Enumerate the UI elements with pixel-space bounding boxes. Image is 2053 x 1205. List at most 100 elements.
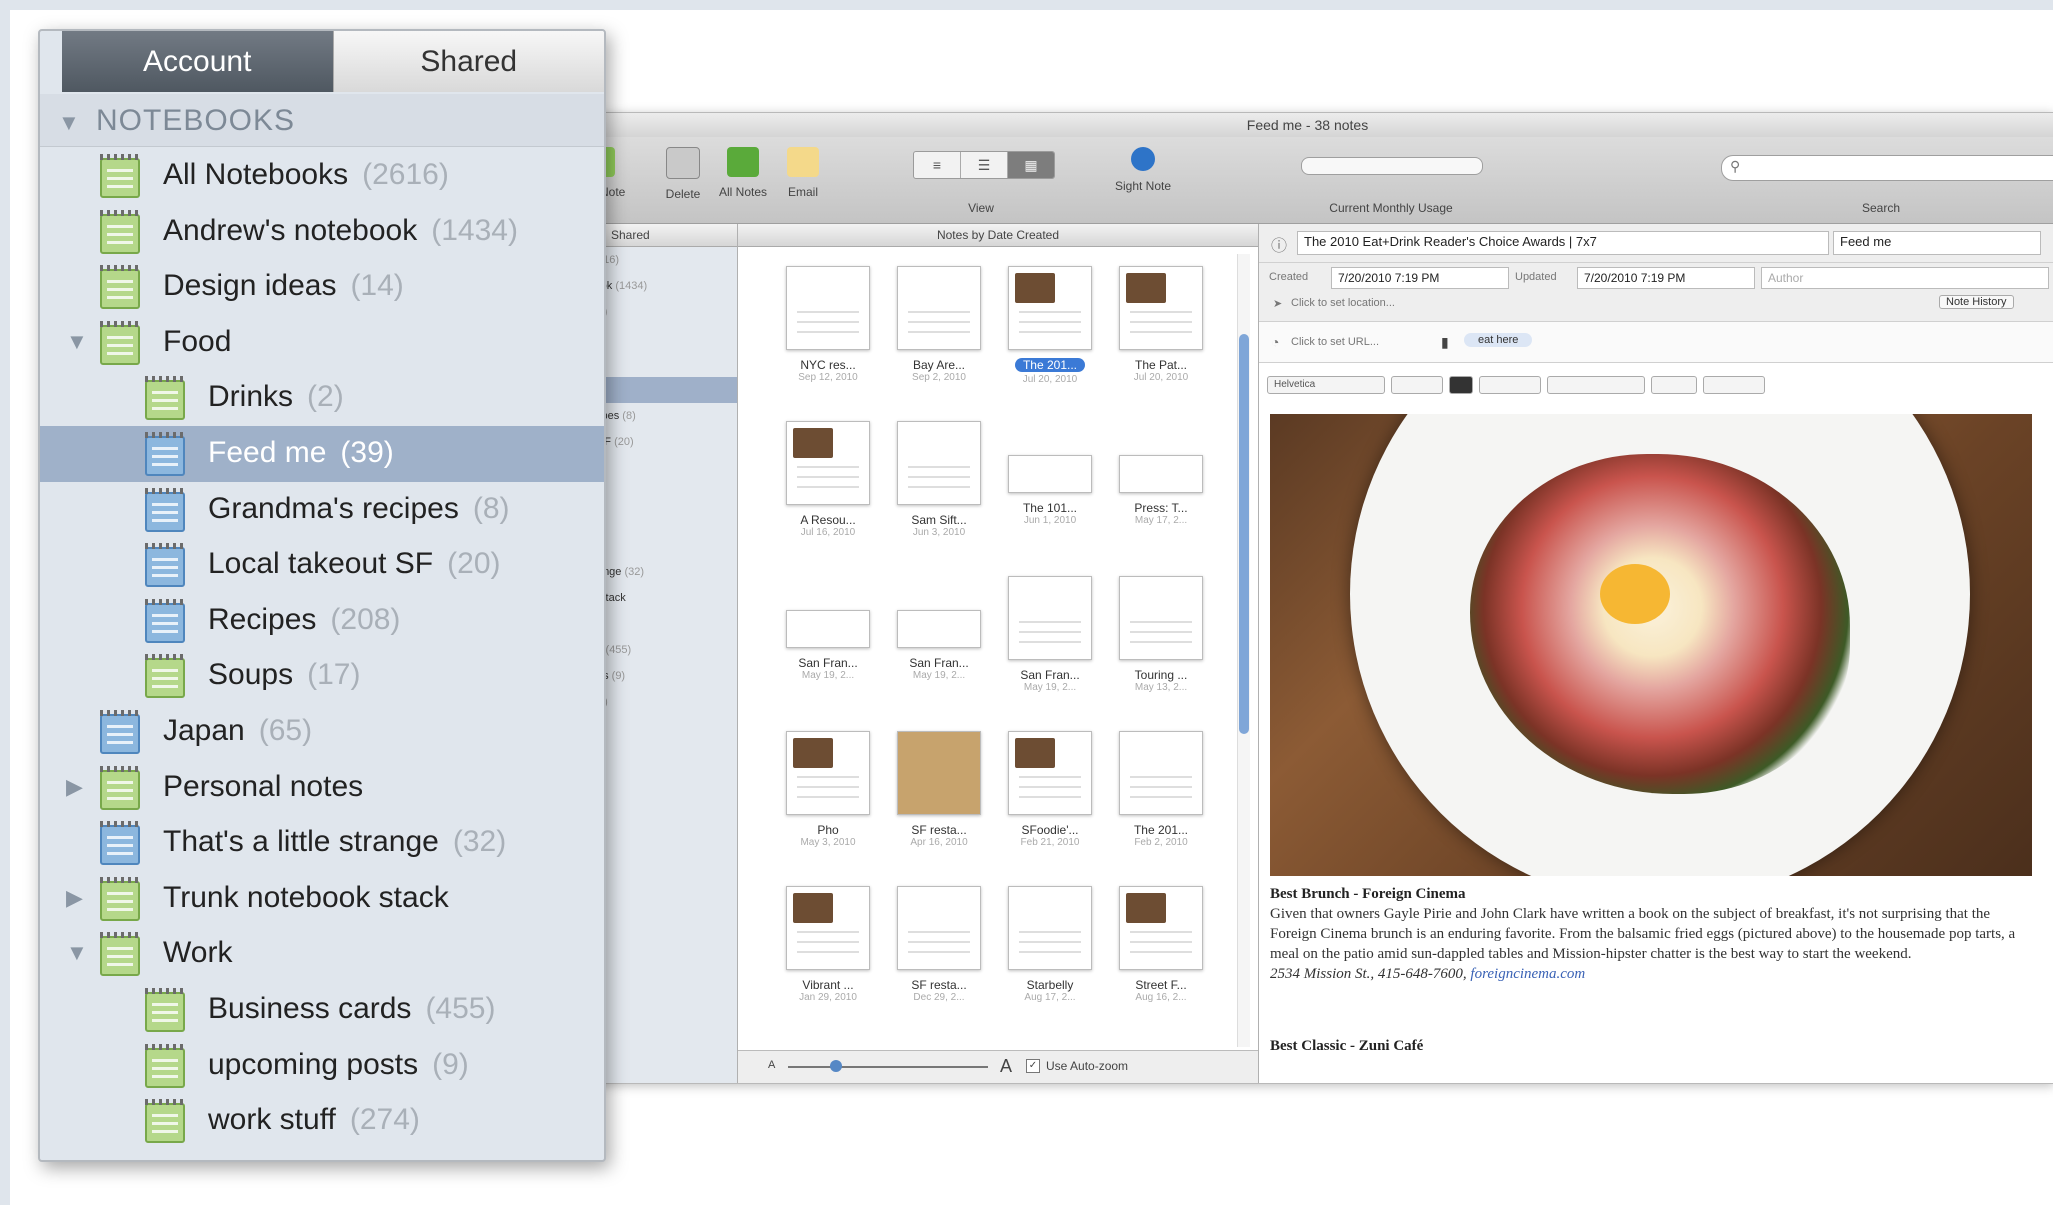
notebook-item[interactable]: ▼ Work: [40, 926, 604, 982]
note-preview: [1008, 886, 1092, 970]
zoom-slider-track[interactable]: [788, 1066, 988, 1068]
note-preview: [1119, 886, 1203, 970]
notebook-item[interactable]: ▶ Personal notes: [40, 760, 604, 816]
author-field[interactable]: Author: [1761, 267, 2049, 289]
notebooks-section-header[interactable]: ▼ NOTEBOOKS: [40, 94, 604, 147]
notebook-item[interactable]: Andrew's notebook (1434): [40, 204, 604, 260]
notebook-item[interactable]: Recipes (208): [40, 593, 604, 649]
notebook-item[interactable]: upcoming posts (9): [40, 1038, 604, 1094]
website-link[interactable]: foreigncinema.com: [1470, 966, 1585, 982]
note-title-field[interactable]: The 2010 Eat+Drink Reader's Choice Award…: [1297, 231, 1829, 255]
sidebar-notebook-count: (9): [611, 670, 626, 682]
note-thumbnail[interactable]: Vibrant ... Jan 29, 2010: [773, 886, 883, 1038]
note-thumbnail[interactable]: A Resou... Jul 16, 2010: [773, 421, 883, 573]
note-body[interactable]: Best Brunch - Foreign Cinema Given that …: [1270, 884, 2040, 1056]
note-preview-image: [1015, 273, 1055, 303]
notebook-item[interactable]: Business cards (455): [40, 982, 604, 1038]
search-field[interactable]: ⚲: [1721, 155, 2053, 181]
notebook-item[interactable]: Japan (65): [40, 704, 604, 760]
tab-account[interactable]: Account: [62, 31, 333, 92]
alignment-buttons[interactable]: [1547, 376, 1645, 394]
notebook-item[interactable]: All Notebooks (2616): [40, 148, 604, 204]
bold-italic-underline-buttons[interactable]: [1479, 376, 1541, 394]
note-preview-line: [797, 311, 859, 313]
notebook-popover: Account Shared ▼ NOTEBOOKS All Notebooks…: [38, 29, 606, 1162]
disclosure-down-icon[interactable]: ▼: [66, 940, 88, 966]
note-preview-line: [797, 796, 859, 798]
note-thumbnail-date: May 19, 2...: [1023, 682, 1077, 693]
note-meta-row: Created 7/20/2010 7:19 PM Updated 7/20/2…: [1259, 263, 2053, 322]
notebook-item[interactable]: Drinks (2): [40, 370, 604, 426]
note-preview-line: [908, 931, 970, 933]
location-field[interactable]: Click to set location...: [1291, 297, 1395, 309]
disclosure-right-icon[interactable]: ▶: [66, 885, 86, 911]
note-thumbnail[interactable]: Starbelly Aug 17, 2...: [995, 886, 1105, 1038]
notebook-item[interactable]: Grandma's recipes (8): [40, 482, 604, 538]
notebook-item[interactable]: Feed me (39): [40, 425, 604, 482]
notebook-item[interactable]: ▼ Food: [40, 315, 604, 371]
note-thumbnail[interactable]: Bay Are... Sep 2, 2010: [884, 266, 994, 418]
note-preview-line: [797, 466, 859, 468]
view-switcher[interactable]: ≡ ☰ ▦: [913, 151, 1055, 179]
note-thumbnail[interactable]: The 201... Feb 2, 2010: [1106, 731, 1216, 883]
note-list-scrollbar[interactable]: [1237, 254, 1250, 1047]
snippet-view-icon[interactable]: ☰: [961, 152, 1008, 178]
note-thumbnail[interactable]: SF resta... Dec 29, 2...: [884, 886, 994, 1038]
updated-date-field[interactable]: 7/20/2010 7:19 PM: [1577, 267, 1755, 289]
note-thumbnail[interactable]: Press: T... May 17, 2...: [1106, 421, 1216, 573]
note-thumbnail[interactable]: Street F... Aug 16, 2...: [1106, 886, 1216, 1038]
note-preview-line: [797, 951, 859, 953]
notebook-item[interactable]: Local takeout SF (20): [40, 537, 604, 593]
note-thumbnail[interactable]: San Fran... May 19, 2...: [995, 576, 1105, 728]
notebook-item[interactable]: work stuff (274): [40, 1093, 604, 1149]
note-thumbnail[interactable]: San Fran... May 19, 2...: [773, 576, 883, 728]
tag-pill[interactable]: eat here: [1464, 333, 1533, 347]
font-size-select[interactable]: [1391, 376, 1443, 394]
notebook-icon: [145, 1099, 185, 1144]
note-thumbnail-title: The 101...: [1022, 501, 1078, 515]
note-thumbnail-date: Jun 3, 2010: [912, 527, 966, 538]
notebook-count: (2): [307, 380, 344, 414]
note-thumbnail[interactable]: Sam Sift... Jun 3, 2010: [884, 421, 994, 573]
email-button[interactable]: Email: [763, 147, 843, 199]
disclosure-right-icon[interactable]: ▶: [66, 774, 86, 800]
disclosure-down-icon[interactable]: ▼: [58, 110, 80, 136]
notebook-item[interactable]: That's a little strange (32): [40, 815, 604, 871]
notebook-item[interactable]: Soups (17): [40, 648, 604, 704]
font-select[interactable]: Helvetica: [1267, 376, 1385, 394]
note-thumbnail[interactable]: Pho May 3, 2010: [773, 731, 883, 883]
note-thumbnail[interactable]: SFoodie'... Feb 21, 2010: [995, 731, 1105, 883]
created-date-field[interactable]: 7/20/2010 7:19 PM: [1331, 267, 1509, 289]
note-thumbnail-title: The Pat...: [1134, 358, 1188, 372]
disclosure-down-icon[interactable]: ▼: [66, 329, 88, 355]
note-thumbnail[interactable]: NYC res... Sep 12, 2010: [773, 266, 883, 418]
scrollbar-knob[interactable]: [1239, 334, 1249, 734]
note-thumbnail-date: May 17, 2...: [1134, 515, 1188, 526]
checkbox-hr-buttons[interactable]: [1703, 376, 1765, 394]
text-color-button[interactable]: [1449, 376, 1473, 394]
note-thumbnail[interactable]: San Fran... May 19, 2...: [884, 576, 994, 728]
note-thumbnail[interactable]: SF resta... Apr 16, 2010: [884, 731, 994, 883]
notebook-name: Personal notes: [163, 769, 364, 803]
zoom-slider-knob[interactable]: [830, 1060, 842, 1072]
thumbnail-view-icon[interactable]: ▦: [1008, 152, 1054, 178]
note-thumbnail[interactable]: Touring ... May 13, 2...: [1106, 576, 1216, 728]
list-buttons[interactable]: [1651, 376, 1697, 394]
trash-icon: [666, 147, 700, 179]
note-thumbnail[interactable]: The Pat... Jul 20, 2010: [1106, 266, 1216, 418]
note-thumbnail[interactable]: The 101... Jun 1, 2010: [995, 421, 1105, 573]
sight-note-button[interactable]: Sight Note: [1103, 147, 1183, 193]
notebook-item[interactable]: Design ideas (14): [40, 259, 604, 315]
notebook-item[interactable]: ▶ Trunk notebook stack: [40, 871, 604, 927]
sort-header[interactable]: Notes by Date Created: [738, 224, 1258, 247]
url-field[interactable]: Click to set URL...: [1291, 336, 1379, 348]
info-icon[interactable]: ⓘ: [1271, 232, 1287, 256]
autozoom-checkbox[interactable]: ✓: [1026, 1059, 1040, 1073]
note-thumbnail[interactable]: The 201... Jul 20, 2010: [995, 266, 1105, 418]
notebook-name: Local takeout SF: [208, 547, 434, 581]
list-view-icon[interactable]: ≡: [914, 152, 961, 178]
notebook-select[interactable]: Feed me: [1833, 231, 2041, 255]
notebook-icon: [100, 320, 140, 365]
tab-shared[interactable]: Shared: [332, 31, 604, 92]
note-history-button[interactable]: Note History: [1939, 295, 2014, 309]
